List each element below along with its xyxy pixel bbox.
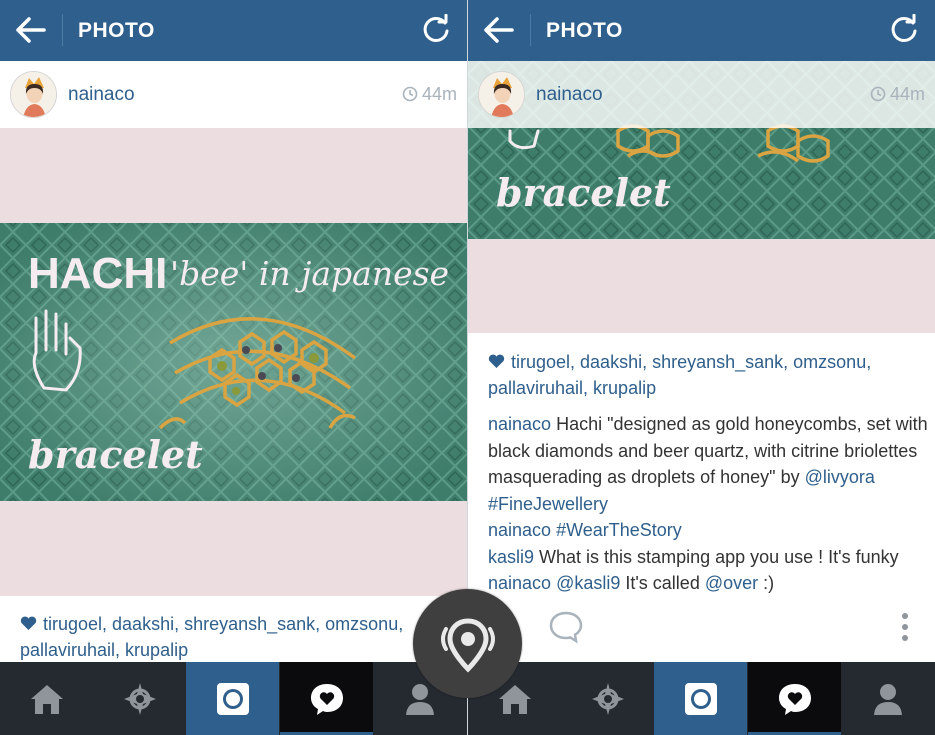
camera-icon xyxy=(684,682,717,715)
comment-list: nainaco Hachi "designed as gold honeycom… xyxy=(488,411,928,597)
page-title: PHOTO xyxy=(546,19,623,42)
tab-profile[interactable] xyxy=(841,662,935,735)
image-text-bracelet: bracelet xyxy=(496,170,671,215)
comment-text: :) xyxy=(758,573,775,593)
comment-username[interactable]: nainaco xyxy=(488,520,551,540)
tab-explore[interactable] xyxy=(93,662,186,735)
bottom-tab-bar xyxy=(468,662,935,735)
header-divider xyxy=(62,14,63,46)
post-header: nainaco 44m xyxy=(468,61,935,128)
post-photo[interactable]: HACHI HACHI 'bee' in japanese bracelet xyxy=(0,128,467,596)
home-icon xyxy=(30,684,63,714)
post-time: 44m xyxy=(402,84,457,105)
header-divider xyxy=(530,14,531,46)
refresh-icon[interactable] xyxy=(421,14,451,44)
tab-explore[interactable] xyxy=(561,662,654,735)
time-ago: 44m xyxy=(889,84,925,104)
post-username[interactable]: nainaco xyxy=(68,84,135,106)
profile-icon xyxy=(874,683,902,715)
avatar[interactable] xyxy=(478,71,525,118)
heart-icon xyxy=(488,354,505,368)
post-header: nainaco 44m xyxy=(0,61,467,128)
tab-activity[interactable] xyxy=(280,662,373,735)
activity-icon xyxy=(310,683,343,715)
comment-hashtag[interactable]: #FineJewellery xyxy=(488,494,608,514)
comment-username[interactable]: nainaco xyxy=(488,573,551,593)
post-actions xyxy=(468,600,935,655)
tab-camera[interactable] xyxy=(654,662,747,735)
comment-mention[interactable]: @livyora xyxy=(805,467,875,487)
explore-icon xyxy=(123,682,156,715)
time-ago: 44m xyxy=(421,84,457,104)
avatar[interactable] xyxy=(10,71,57,118)
likes-text[interactable]: tirugoel, daakshi, shreyansh_sank, omzso… xyxy=(20,614,403,660)
refresh-icon[interactable] xyxy=(889,14,919,44)
left-screen: PHOTO nainaco 44m HACHI 'bee' in japanes… xyxy=(0,0,467,735)
top-bar: PHOTO xyxy=(468,0,935,61)
comment-item: nainaco Hachi "designed as gold honeycom… xyxy=(488,411,928,517)
image-text-bracelet: bracelet xyxy=(28,432,203,477)
comment-mention[interactable]: @over xyxy=(705,573,758,593)
comment-username[interactable]: kasli9 xyxy=(488,547,534,567)
image-text-title: HACHI xyxy=(28,249,167,298)
tab-camera[interactable] xyxy=(186,662,279,735)
comment-username[interactable]: nainaco xyxy=(488,414,551,434)
comment-text: What is this stamping app you use ! It's… xyxy=(534,546,899,567)
back-arrow-icon[interactable] xyxy=(14,15,48,45)
heart-icon xyxy=(20,616,37,630)
explore-icon xyxy=(591,682,624,715)
broadcast-pin-icon xyxy=(440,617,495,673)
floating-overlay-button[interactable] xyxy=(413,589,522,698)
post-username[interactable]: nainaco xyxy=(536,84,603,106)
comment-item: nainaco #WearTheStory xyxy=(488,517,928,544)
comment-mention[interactable]: @kasli9 xyxy=(551,573,620,593)
right-screen: bracelet PHOTO nainaco 44m tirugoel, daa… xyxy=(468,0,935,735)
top-bar: PHOTO xyxy=(0,0,467,61)
likes-list[interactable]: tirugoel, daakshi, shreyansh_sank, omzso… xyxy=(20,611,450,663)
comment-hashtag[interactable]: #WearTheStory xyxy=(551,520,682,540)
camera-icon xyxy=(216,682,249,715)
comment-icon[interactable] xyxy=(548,610,584,644)
activity-icon xyxy=(778,683,811,715)
bottom-tab-bar xyxy=(0,662,467,735)
back-arrow-icon[interactable] xyxy=(482,15,516,45)
likes-list[interactable]: tirugoel, daakshi, shreyansh_sank, omzso… xyxy=(488,349,918,401)
clock-icon xyxy=(870,86,886,102)
page-title: PHOTO xyxy=(78,19,155,42)
post-time: 44m xyxy=(870,84,925,105)
clock-icon xyxy=(402,86,418,102)
comment-text: It's called xyxy=(620,573,705,593)
likes-text[interactable]: tirugoel, daakshi, shreyansh_sank, omzso… xyxy=(488,352,871,398)
image-text-script: 'bee' in japanese xyxy=(170,254,449,293)
tab-home[interactable] xyxy=(0,662,93,735)
tab-activity[interactable] xyxy=(748,662,841,735)
more-options-icon[interactable] xyxy=(901,612,909,642)
profile-icon xyxy=(406,683,434,715)
comment-item: kasli9 What is this stamping app you use… xyxy=(488,544,928,571)
home-icon xyxy=(498,684,531,714)
comment-item: nainaco @kasli9 It's called @over :) xyxy=(488,570,928,597)
